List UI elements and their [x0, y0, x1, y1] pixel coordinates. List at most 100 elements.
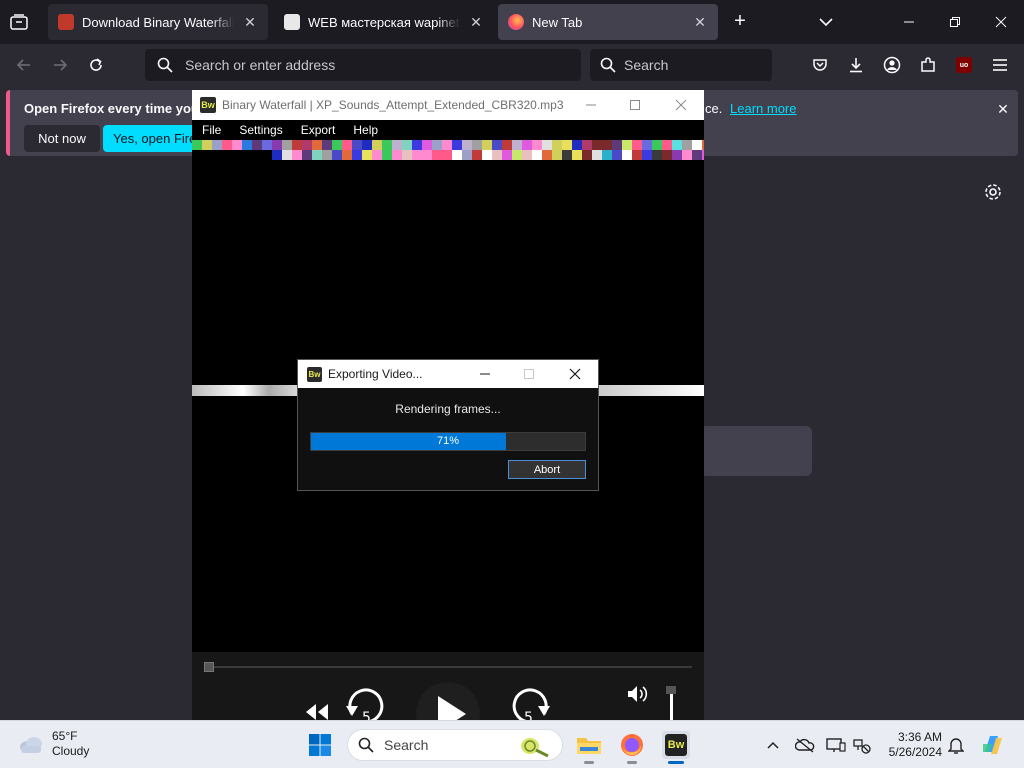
waterfall-pixel — [672, 140, 682, 150]
waterfall-pixel — [442, 140, 452, 150]
tab-binary-waterfall[interactable]: Download Binary Waterfall (W ✕ — [48, 4, 268, 40]
waterfall-pixel — [472, 140, 482, 150]
waterfall-pixel — [642, 140, 652, 150]
waterfall-pixel — [242, 140, 252, 150]
address-bar[interactable]: Search or enter address — [145, 49, 581, 81]
waterfall-pixel — [632, 140, 642, 150]
waterfall-pixel — [352, 150, 362, 160]
waterfall-pixel — [342, 150, 352, 160]
close-tab-icon[interactable]: ✕ — [468, 14, 484, 30]
account-icon[interactable] — [880, 53, 904, 77]
forward-arrow-icon[interactable] — [48, 53, 72, 77]
weather-description: Cloudy — [52, 744, 90, 758]
weather-widget[interactable]: 65°F Cloudy — [18, 729, 89, 759]
windows-start-icon[interactable] — [306, 731, 334, 759]
copilot-icon[interactable] — [980, 732, 1006, 758]
gear-icon[interactable] — [982, 181, 1004, 203]
waterfall-pixel — [592, 140, 602, 150]
waterfall-pixel — [662, 140, 672, 150]
forward-5-icon[interactable]: 5 — [508, 688, 552, 722]
minimize-button[interactable] — [886, 0, 932, 44]
network-disconnected-icon[interactable] — [852, 735, 872, 755]
waterfall-pixel — [332, 150, 342, 160]
yes-open-firefox-button[interactable]: Yes, open Firefox — [103, 125, 203, 152]
waterfall-pixel — [402, 150, 412, 160]
navigation-toolbar: Search or enter address Search uo — [0, 44, 1024, 86]
new-tab-button[interactable]: + — [730, 11, 750, 32]
tab-new-tab[interactable]: New Tab ✕ — [498, 4, 718, 40]
abort-button[interactable]: Abort — [508, 460, 586, 479]
waterfall-pixel — [632, 150, 642, 160]
notification-bell-icon[interactable] — [946, 735, 966, 755]
search-bar[interactable]: Search — [590, 49, 772, 81]
dialog-minimize-button[interactable] — [462, 360, 508, 388]
close-tab-icon[interactable]: ✕ — [242, 14, 258, 30]
downloads-icon[interactable] — [844, 53, 868, 77]
waterfall-pixel — [652, 150, 662, 160]
waterfall-pixel — [452, 140, 462, 150]
hamburger-menu-icon[interactable] — [988, 53, 1012, 77]
waterfall-pixel — [522, 140, 532, 150]
extensions-puzzle-icon[interactable] — [916, 53, 940, 77]
restore-button[interactable] — [932, 0, 978, 44]
waterfall-pixel — [582, 150, 592, 160]
menu-help[interactable]: Help — [343, 120, 386, 140]
windows-taskbar: 65°F Cloudy Search Bw 3:36 AM 5/26/2024 — [0, 720, 1024, 768]
binary-waterfall-taskbar-icon[interactable]: Bw — [662, 731, 690, 759]
waterfall-pixel — [662, 150, 672, 160]
onedrive-offline-icon[interactable] — [795, 735, 815, 755]
volume-slider-handle[interactable] — [666, 686, 676, 694]
file-explorer-icon[interactable] — [575, 731, 603, 759]
taskbar-search-box[interactable]: Search — [347, 729, 563, 761]
waterfall-pixel — [282, 140, 292, 150]
waterfall-pixel — [692, 140, 702, 150]
play-icon[interactable] — [416, 680, 480, 722]
waterfall-pixel — [272, 150, 282, 160]
skip-back-icon[interactable] — [304, 700, 330, 722]
close-tab-icon[interactable]: ✕ — [692, 14, 708, 30]
waterfall-pixel — [642, 150, 652, 160]
chevron-down-icon[interactable] — [816, 12, 836, 32]
list-all-tabs-icon[interactable] — [8, 11, 30, 33]
menu-settings[interactable]: Settings — [229, 120, 290, 140]
rewind-5-icon[interactable]: 5 — [344, 688, 388, 722]
dialog-close-button[interactable] — [552, 360, 598, 388]
seek-handle[interactable] — [204, 662, 214, 672]
app-maximize-button[interactable] — [612, 90, 658, 120]
volume-icon[interactable] — [626, 684, 648, 704]
reload-icon[interactable] — [84, 53, 108, 77]
not-now-button[interactable]: Not now — [24, 125, 100, 152]
waterfall-pixel — [512, 140, 522, 150]
playback-controls: 5 5 — [192, 652, 704, 722]
close-window-button[interactable] — [978, 0, 1024, 44]
close-notification-icon[interactable]: ✕ — [994, 100, 1012, 118]
weather-temperature: 65°F — [52, 729, 78, 743]
tab-wapinet[interactable]: WEB мастерская wapinet.ru - ✕ — [274, 4, 494, 40]
waterfall-pixel — [602, 150, 612, 160]
seek-track[interactable] — [204, 666, 692, 668]
waterfall-pixel — [592, 150, 602, 160]
waterfall-pixel — [312, 150, 322, 160]
app-minimize-button[interactable] — [568, 90, 614, 120]
display-settings-icon[interactable] — [826, 735, 846, 755]
address-placeholder: Search or enter address — [185, 57, 336, 73]
waterfall-pixel — [612, 140, 622, 150]
menu-export[interactable]: Export — [291, 120, 344, 140]
app-close-button[interactable] — [658, 90, 704, 120]
app-window-title: Binary Waterfall | XP_Sounds_Attempt_Ext… — [222, 98, 564, 112]
firefox-taskbar-icon[interactable] — [618, 731, 646, 759]
notification-message: Open Firefox every time you re — [24, 101, 215, 116]
waterfall-pixel — [202, 140, 212, 150]
taskbar-clock[interactable]: 3:36 AM 5/26/2024 — [884, 730, 942, 760]
waterfall-pixel — [422, 150, 432, 160]
learn-more-link[interactable]: Learn more — [730, 101, 796, 116]
ublock-origin-icon[interactable]: uo — [952, 53, 976, 77]
show-hidden-icons-chevron-icon[interactable] — [763, 735, 783, 755]
waterfall-pixel — [492, 140, 502, 150]
back-arrow-icon[interactable] — [12, 53, 36, 77]
tab-title: New Tab — [532, 14, 583, 30]
menu-file[interactable]: File — [192, 120, 229, 140]
new-tab-shortcut-tile[interactable] — [700, 426, 812, 476]
waterfall-pixel — [612, 150, 622, 160]
pocket-icon[interactable] — [808, 53, 832, 77]
